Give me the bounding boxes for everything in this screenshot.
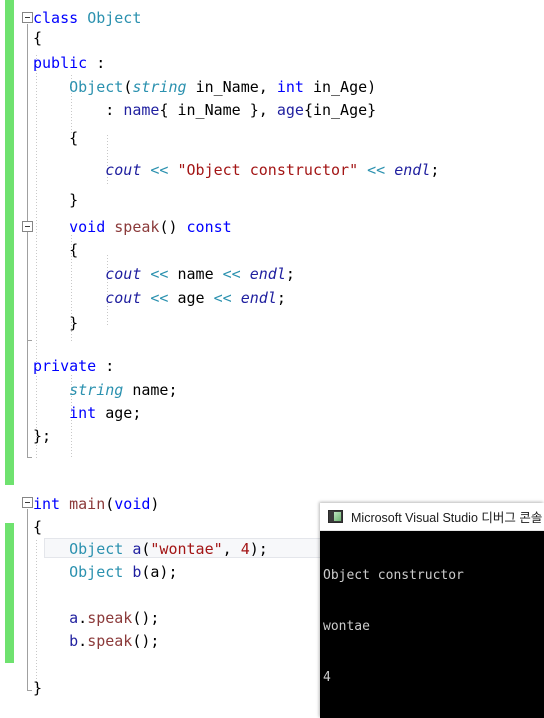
code-line[interactable]: {: [33, 28, 42, 48]
code-line[interactable]: {: [33, 517, 42, 537]
code-line[interactable]: }: [33, 678, 42, 698]
console-output-line: wontae: [323, 619, 370, 634]
code-line[interactable]: {: [33, 128, 78, 148]
code-line[interactable]: }: [33, 313, 78, 333]
code-line[interactable]: cout << "Object constructor" << endl;: [33, 160, 439, 180]
console-window-icon: [328, 510, 343, 523]
code-line[interactable]: class Object: [33, 8, 141, 28]
code-line[interactable]: {: [33, 240, 78, 260]
code-line[interactable]: Object b(a);: [33, 562, 177, 582]
code-line[interactable]: a.speak();: [33, 608, 159, 628]
console-title-bar[interactable]: Microsoft Visual Studio 디버그 콘솔: [320, 503, 544, 531]
console-output-line: 4: [323, 670, 331, 685]
console-output-area[interactable]: Object constructor wontae 4 wontae 4 C:\…: [320, 531, 544, 718]
code-line[interactable]: Object(string in_Name, int in_Age): [33, 77, 376, 97]
code-line[interactable]: : name{ in_Name }, age{in_Age}: [33, 100, 376, 120]
code-line[interactable]: Object a("wontae", 4);: [33, 539, 268, 559]
code-line[interactable]: b.speak();: [33, 631, 159, 651]
debug-console-window[interactable]: Microsoft Visual Studio 디버그 콘솔 Object co…: [320, 503, 544, 718]
console-output-line: Object constructor: [323, 568, 464, 583]
code-line[interactable]: string name;: [33, 380, 177, 400]
code-line[interactable]: private :: [33, 356, 114, 376]
code-line[interactable]: public :: [33, 53, 105, 73]
console-title-text: Microsoft Visual Studio 디버그 콘솔: [351, 511, 543, 525]
code-line[interactable]: void speak() const: [33, 217, 232, 237]
code-line[interactable]: };: [33, 426, 51, 446]
code-line[interactable]: cout << name << endl;: [33, 264, 295, 284]
code-line[interactable]: cout << age << endl;: [33, 288, 286, 308]
code-line[interactable]: int main(void): [33, 494, 159, 514]
code-line[interactable]: }: [33, 190, 78, 210]
code-line[interactable]: int age;: [33, 403, 141, 423]
